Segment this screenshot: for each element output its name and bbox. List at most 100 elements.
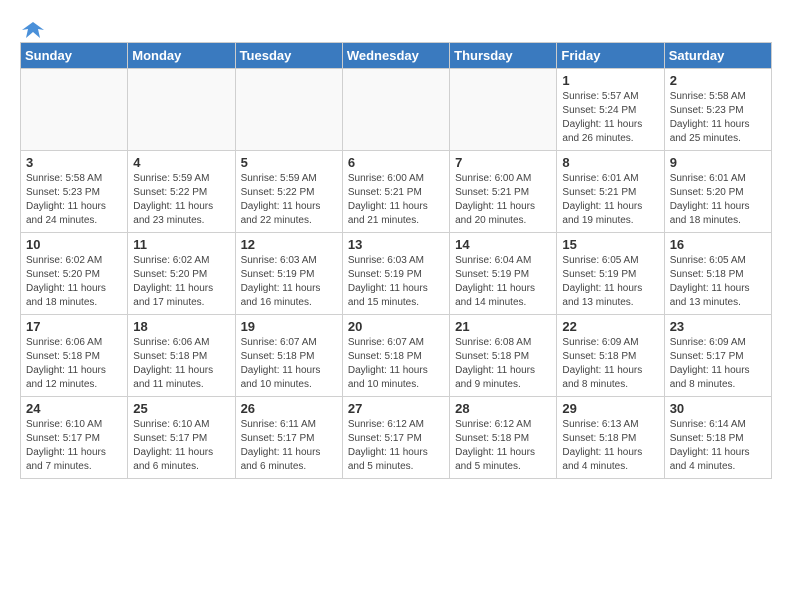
weekday-header-monday: Monday — [128, 43, 235, 69]
calendar-cell: 10 Sunrise: 6:02 AM Sunset: 5:20 PM Dayli… — [21, 233, 128, 315]
weekday-header-sunday: Sunday — [21, 43, 128, 69]
day-number: 4 — [133, 155, 229, 170]
day-info: Sunrise: 5:59 AM Sunset: 5:22 PM Dayligh… — [241, 172, 337, 228]
week-row-2: 3 Sunrise: 5:58 AM Sunset: 5:23 PM Daylig… — [21, 151, 772, 233]
calendar-cell: 18 Sunrise: 6:06 AM Sunset: 5:18 PM Dayli… — [128, 315, 235, 397]
day-number: 18 — [133, 319, 229, 334]
calendar-cell: 6 Sunrise: 6:00 AM Sunset: 5:21 PM Daylig… — [342, 151, 449, 233]
header-row — [20, 16, 772, 36]
calendar-cell: 8Sunrise: 6:01 AM Sunset: 5:21 PM Daylig… — [557, 151, 664, 233]
day-number: 6 — [348, 155, 444, 170]
day-number: 16 — [670, 237, 766, 252]
calendar-cell: 15 Sunrise: 6:05 AM Sunset: 5:19 PM Dayli… — [557, 233, 664, 315]
day-info: Sunrise: 6:09 AM Sunset: 5:18 PM Dayligh… — [562, 336, 658, 392]
day-info: Sunrise: 6:06 AM Sunset: 5:18 PM Dayligh… — [133, 336, 229, 392]
day-number: 22 — [562, 319, 658, 334]
calendar-cell: 12 Sunrise: 6:03 AM Sunset: 5:19 PM Dayli… — [235, 233, 342, 315]
day-number: 12 — [241, 237, 337, 252]
day-number: 11 — [133, 237, 229, 252]
day-info: Sunrise: 6:02 AM Sunset: 5:20 PM Dayligh… — [26, 254, 122, 310]
calendar-cell: 21 Sunrise: 6:08 AM Sunset: 5:18 PM Dayli… — [450, 315, 557, 397]
calendar-cell: 7 Sunrise: 6:00 AM Sunset: 5:21 PM Daylig… — [450, 151, 557, 233]
calendar-cell — [342, 69, 449, 151]
calendar-cell: 19 Sunrise: 6:07 AM Sunset: 5:18 PM Dayli… — [235, 315, 342, 397]
weekday-header-saturday: Saturday — [664, 43, 771, 69]
day-info: Sunrise: 6:14 AM Sunset: 5:18 PM Dayligh… — [670, 418, 766, 474]
day-number: 26 — [241, 401, 337, 416]
day-info: Sunrise: 5:58 AM Sunset: 5:23 PM Dayligh… — [26, 172, 122, 228]
calendar-cell: 23Sunrise: 6:09 AM Sunset: 5:17 PM Dayli… — [664, 315, 771, 397]
day-number: 2 — [670, 73, 766, 88]
day-number: 19 — [241, 319, 337, 334]
calendar-cell: 17 Sunrise: 6:06 AM Sunset: 5:18 PM Dayli… — [21, 315, 128, 397]
page: SundayMondayTuesdayWednesdayThursdayFrid… — [0, 0, 792, 489]
day-info: Sunrise: 6:08 AM Sunset: 5:18 PM Dayligh… — [455, 336, 551, 392]
week-row-4: 17 Sunrise: 6:06 AM Sunset: 5:18 PM Dayli… — [21, 315, 772, 397]
calendar-cell: 16 Sunrise: 6:05 AM Sunset: 5:18 PM Dayli… — [664, 233, 771, 315]
day-number: 14 — [455, 237, 551, 252]
calendar-cell — [235, 69, 342, 151]
day-number: 25 — [133, 401, 229, 416]
week-row-1: 1 Sunrise: 5:57 AM Sunset: 5:24 PM Daylig… — [21, 69, 772, 151]
day-number: 30 — [670, 401, 766, 416]
day-info: Sunrise: 6:11 AM Sunset: 5:17 PM Dayligh… — [241, 418, 337, 474]
calendar-cell: 13 Sunrise: 6:03 AM Sunset: 5:19 PM Dayli… — [342, 233, 449, 315]
calendar-cell — [450, 69, 557, 151]
day-number: 23 — [670, 319, 766, 334]
calendar-cell: 5 Sunrise: 5:59 AM Sunset: 5:22 PM Daylig… — [235, 151, 342, 233]
day-info: Sunrise: 6:00 AM Sunset: 5:21 PM Dayligh… — [348, 172, 444, 228]
calendar-cell: 2Sunrise: 5:58 AM Sunset: 5:23 PM Daylig… — [664, 69, 771, 151]
day-number: 28 — [455, 401, 551, 416]
calendar-cell: 4 Sunrise: 5:59 AM Sunset: 5:22 PM Daylig… — [128, 151, 235, 233]
day-info: Sunrise: 6:07 AM Sunset: 5:18 PM Dayligh… — [241, 336, 337, 392]
day-number: 27 — [348, 401, 444, 416]
weekday-header-friday: Friday — [557, 43, 664, 69]
day-number: 1 — [562, 73, 658, 88]
calendar-cell — [21, 69, 128, 151]
week-row-5: 24 Sunrise: 6:10 AM Sunset: 5:17 PM Dayli… — [21, 397, 772, 479]
weekday-header-tuesday: Tuesday — [235, 43, 342, 69]
day-number: 10 — [26, 237, 122, 252]
day-number: 15 — [562, 237, 658, 252]
weekday-header-thursday: Thursday — [450, 43, 557, 69]
day-info: Sunrise: 5:59 AM Sunset: 5:22 PM Dayligh… — [133, 172, 229, 228]
week-row-3: 10 Sunrise: 6:02 AM Sunset: 5:20 PM Dayli… — [21, 233, 772, 315]
day-info: Sunrise: 6:05 AM Sunset: 5:19 PM Dayligh… — [562, 254, 658, 310]
day-number: 17 — [26, 319, 122, 334]
calendar-cell: 20 Sunrise: 6:07 AM Sunset: 5:18 PM Dayli… — [342, 315, 449, 397]
day-info: Sunrise: 6:10 AM Sunset: 5:17 PM Dayligh… — [26, 418, 122, 474]
calendar-cell: 14 Sunrise: 6:04 AM Sunset: 5:19 PM Dayli… — [450, 233, 557, 315]
day-info: Sunrise: 6:03 AM Sunset: 5:19 PM Dayligh… — [241, 254, 337, 310]
day-info: Sunrise: 6:00 AM Sunset: 5:21 PM Dayligh… — [455, 172, 551, 228]
day-info: Sunrise: 6:04 AM Sunset: 5:19 PM Dayligh… — [455, 254, 551, 310]
calendar-cell: 30 Sunrise: 6:14 AM Sunset: 5:18 PM Dayli… — [664, 397, 771, 479]
day-info: Sunrise: 5:57 AM Sunset: 5:24 PM Dayligh… — [562, 90, 658, 146]
calendar-cell: 9Sunrise: 6:01 AM Sunset: 5:20 PM Daylig… — [664, 151, 771, 233]
calendar-cell: 26 Sunrise: 6:11 AM Sunset: 5:17 PM Dayli… — [235, 397, 342, 479]
calendar-cell: 27Sunrise: 6:12 AM Sunset: 5:17 PM Dayli… — [342, 397, 449, 479]
day-number: 5 — [241, 155, 337, 170]
day-info: Sunrise: 6:05 AM Sunset: 5:18 PM Dayligh… — [670, 254, 766, 310]
calendar-cell: 1 Sunrise: 5:57 AM Sunset: 5:24 PM Daylig… — [557, 69, 664, 151]
day-info: Sunrise: 6:12 AM Sunset: 5:18 PM Dayligh… — [455, 418, 551, 474]
logo — [20, 20, 44, 36]
day-number: 3 — [26, 155, 122, 170]
day-info: Sunrise: 6:01 AM Sunset: 5:21 PM Dayligh… — [562, 172, 658, 228]
weekday-header-wednesday: Wednesday — [342, 43, 449, 69]
day-info: Sunrise: 6:13 AM Sunset: 5:18 PM Dayligh… — [562, 418, 658, 474]
calendar-cell: 11 Sunrise: 6:02 AM Sunset: 5:20 PM Dayli… — [128, 233, 235, 315]
calendar-cell: 29Sunrise: 6:13 AM Sunset: 5:18 PM Dayli… — [557, 397, 664, 479]
day-number: 7 — [455, 155, 551, 170]
day-number: 20 — [348, 319, 444, 334]
day-number: 21 — [455, 319, 551, 334]
day-info: Sunrise: 6:06 AM Sunset: 5:18 PM Dayligh… — [26, 336, 122, 392]
calendar-cell: 24 Sunrise: 6:10 AM Sunset: 5:17 PM Dayli… — [21, 397, 128, 479]
day-number: 13 — [348, 237, 444, 252]
calendar-cell — [128, 69, 235, 151]
day-info: Sunrise: 6:03 AM Sunset: 5:19 PM Dayligh… — [348, 254, 444, 310]
day-number: 9 — [670, 155, 766, 170]
calendar-cell: 3 Sunrise: 5:58 AM Sunset: 5:23 PM Daylig… — [21, 151, 128, 233]
day-number: 24 — [26, 401, 122, 416]
day-info: Sunrise: 6:02 AM Sunset: 5:20 PM Dayligh… — [133, 254, 229, 310]
day-info: Sunrise: 6:07 AM Sunset: 5:18 PM Dayligh… — [348, 336, 444, 392]
